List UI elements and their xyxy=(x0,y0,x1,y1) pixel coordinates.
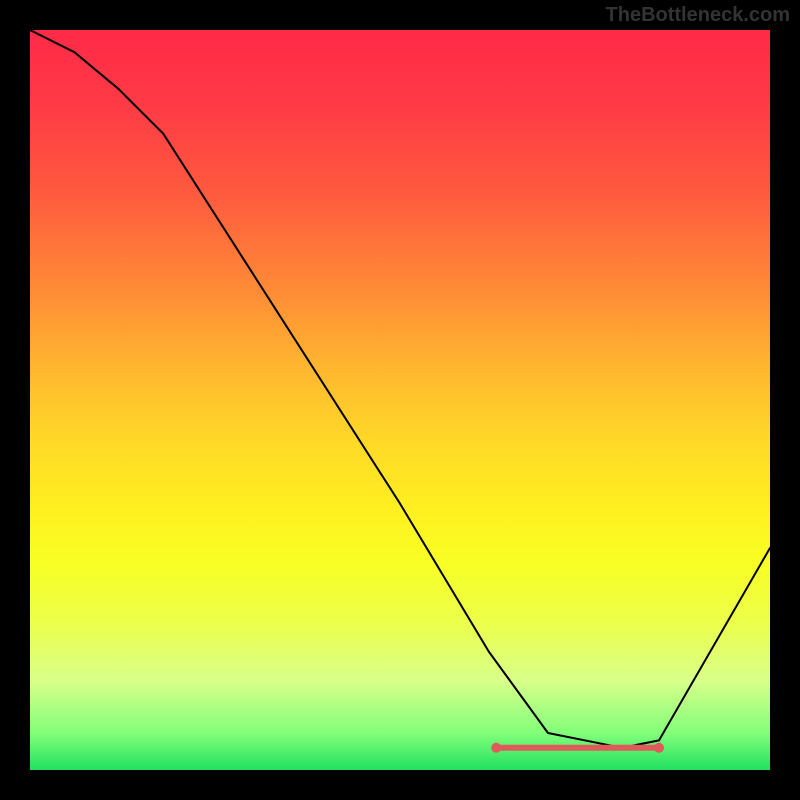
flat-region-cap-right xyxy=(654,743,664,753)
flat-region-cap-left xyxy=(491,743,501,753)
chart-root: TheBottleneck.com xyxy=(0,0,800,800)
plot-area xyxy=(30,30,770,770)
attribution-text: TheBottleneck.com xyxy=(606,4,790,27)
line-layer xyxy=(30,30,770,770)
bottleneck-curve xyxy=(30,30,770,748)
